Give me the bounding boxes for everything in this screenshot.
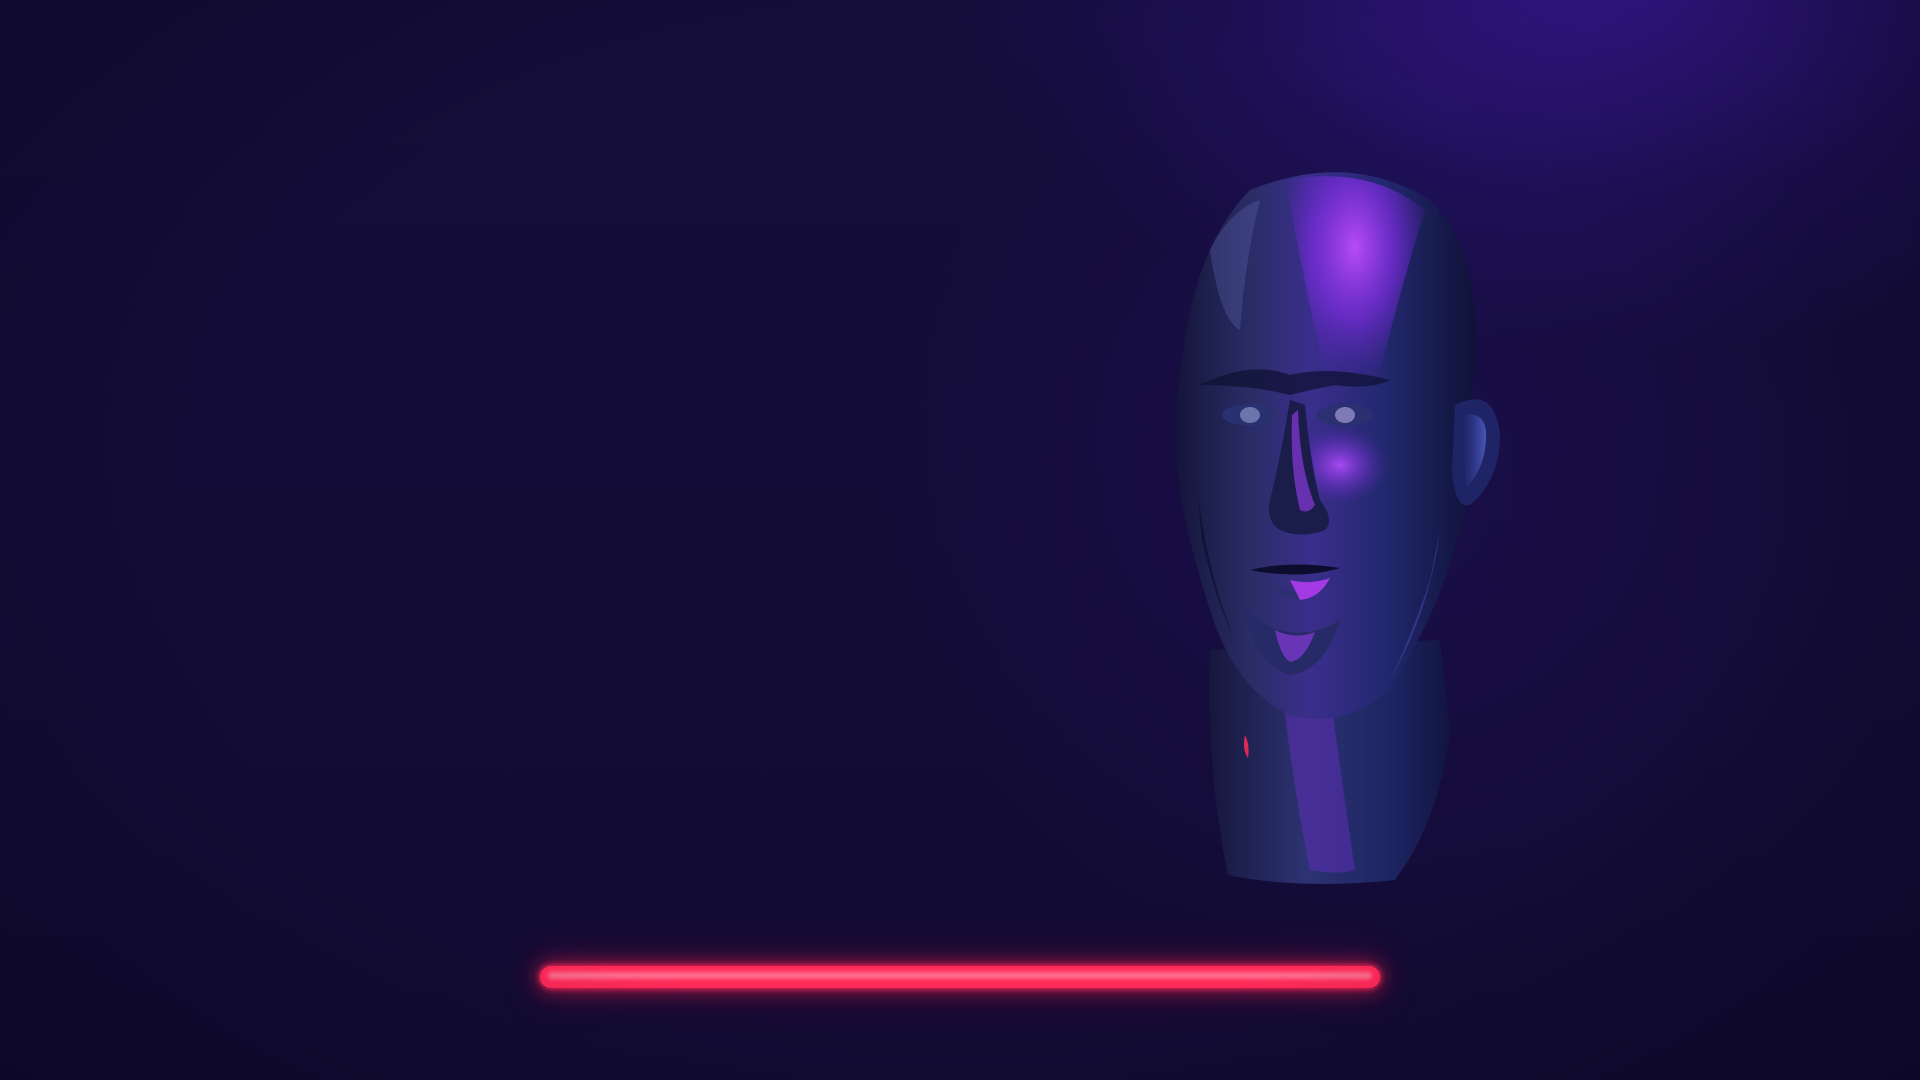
splash-screen xyxy=(0,0,1920,1080)
mannequin-head-image xyxy=(1176,172,1500,884)
loading-progress-bar xyxy=(540,966,1380,988)
vignette-overlay xyxy=(0,0,1920,1080)
loading-progress-fill xyxy=(548,972,1372,979)
